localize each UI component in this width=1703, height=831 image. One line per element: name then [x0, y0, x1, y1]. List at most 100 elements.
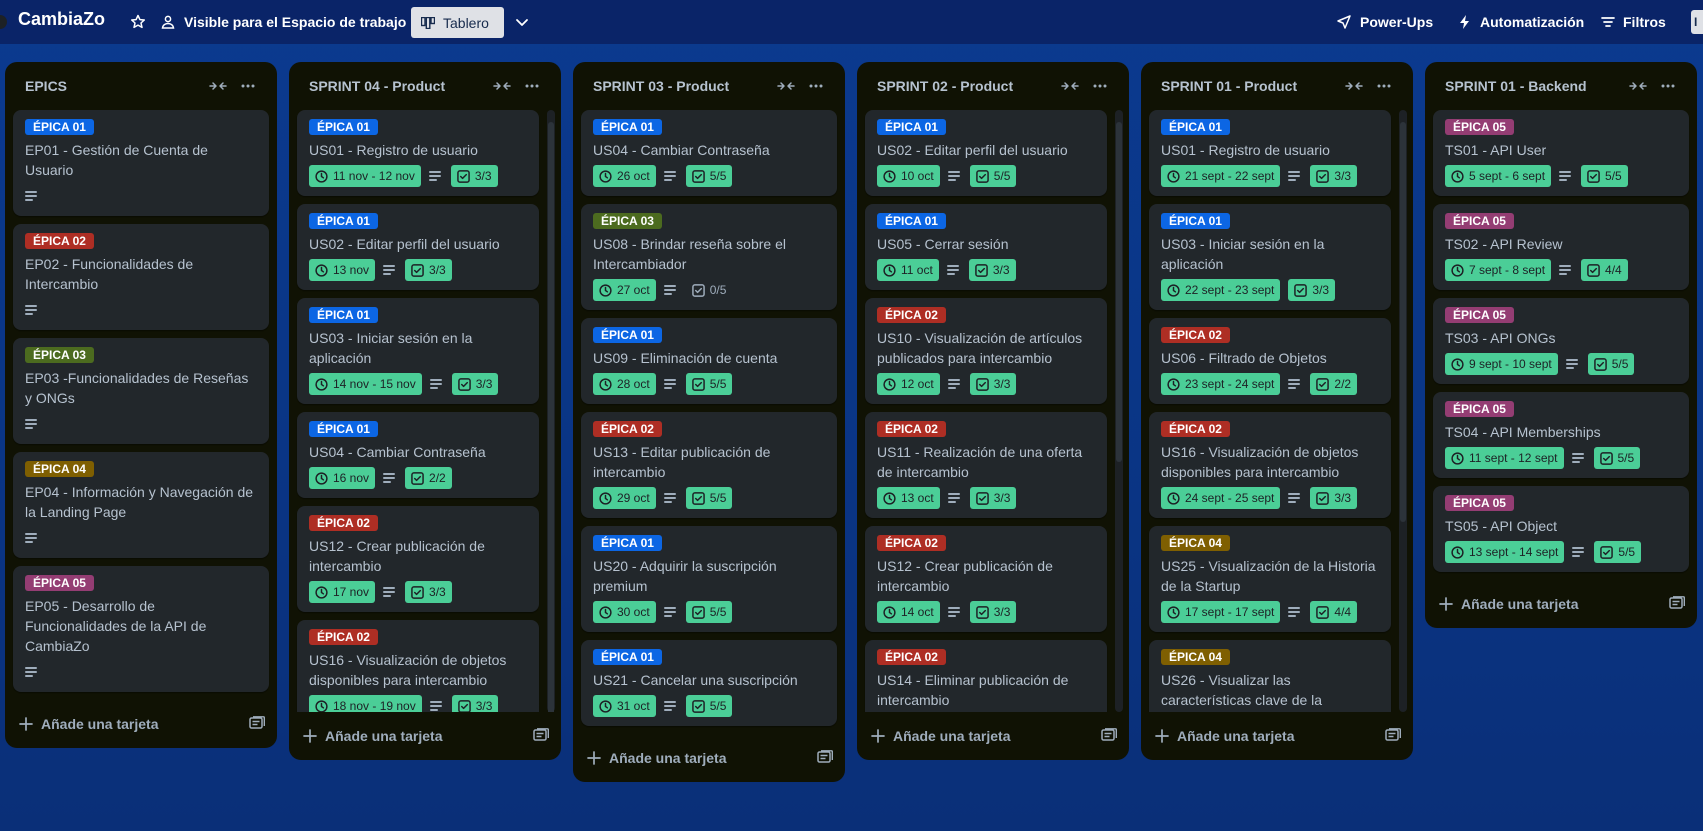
epic-label[interactable]: ÉPICA 05: [1445, 119, 1514, 135]
filters-button[interactable]: Filtros: [1595, 8, 1672, 36]
card[interactable]: ÉPICA 04 US25 - Visualización de la Histo…: [1149, 526, 1391, 632]
collapse-list-button[interactable]: [1055, 80, 1085, 92]
power-ups-button[interactable]: Power-Ups: [1330, 8, 1439, 36]
epic-label[interactable]: ÉPICA 05: [1445, 401, 1514, 417]
create-from-template-button[interactable]: [817, 749, 833, 767]
add-card-button[interactable]: Añade una tarjeta: [871, 728, 1093, 744]
card[interactable]: ÉPICA 03 US08 - Brindar reseña sobre el I…: [581, 204, 837, 310]
card[interactable]: ÉPICA 01 US03 - Iniciar sesión en la apli…: [297, 298, 539, 404]
epic-label[interactable]: ÉPICA 02: [309, 629, 378, 645]
list-title[interactable]: SPRINT 04 - Product: [309, 78, 487, 94]
epic-label[interactable]: ÉPICA 01: [877, 213, 946, 229]
card[interactable]: ÉPICA 02 US12 - Crear publicación de inte…: [297, 506, 539, 612]
epic-label[interactable]: ÉPICA 01: [309, 119, 378, 135]
card[interactable]: ÉPICA 01 US01 - Registro de usuario 21 sep…: [1149, 110, 1391, 196]
due-date-badge[interactable]: 13 oct: [877, 487, 940, 509]
epic-label[interactable]: ÉPICA 05: [1445, 213, 1514, 229]
epic-label[interactable]: ÉPICA 02: [25, 233, 94, 249]
card[interactable]: ÉPICA 05 TS01 - API User 5 sept - 6 sept 5/…: [1433, 110, 1689, 196]
add-card-button[interactable]: Añade una tarjeta: [19, 716, 241, 732]
card[interactable]: ÉPICA 01 US04 - Cambiar Contraseña 16 nov 2…: [297, 412, 539, 498]
due-date-badge[interactable]: 17 sept - 17 sept: [1161, 601, 1281, 623]
due-date-badge[interactable]: 17 nov: [309, 581, 376, 603]
due-date-badge[interactable]: 13 sept - 14 sept: [1445, 541, 1565, 563]
card[interactable]: ÉPICA 02 US13 - Editar publicación de int…: [581, 412, 837, 518]
list-title[interactable]: SPRINT 03 - Product: [593, 78, 771, 94]
epic-label[interactable]: ÉPICA 02: [1161, 327, 1230, 343]
card[interactable]: ÉPICA 05 TS03 - API ONGs 9 sept - 10 sept 5…: [1433, 298, 1689, 384]
card[interactable]: ÉPICA 03 EP03 -Funcionalidades de Reseñas…: [13, 338, 269, 444]
due-date-badge[interactable]: 16 nov: [309, 467, 376, 489]
epic-label[interactable]: ÉPICA 03: [25, 347, 94, 363]
list-scrollbar[interactable]: [1399, 110, 1407, 712]
workspace-avatar[interactable]: [0, 15, 7, 29]
due-date-badge[interactable]: 10 oct: [877, 165, 940, 187]
epic-label[interactable]: ÉPICA 01: [593, 535, 662, 551]
list-scrollbar[interactable]: [1115, 110, 1123, 712]
epic-label[interactable]: ÉPICA 01: [309, 307, 378, 323]
due-date-badge[interactable]: 27 oct: [593, 279, 656, 301]
epic-label[interactable]: ÉPICA 03: [593, 213, 662, 229]
epic-label[interactable]: ÉPICA 02: [877, 421, 946, 437]
epic-label[interactable]: ÉPICA 02: [1161, 421, 1230, 437]
add-card-button[interactable]: Añade una tarjeta: [1439, 596, 1661, 612]
list-title[interactable]: SPRINT 02 - Product: [877, 78, 1055, 94]
due-date-badge[interactable]: 18 nov - 19 nov: [309, 695, 422, 712]
list-scrollbar[interactable]: [547, 110, 555, 712]
list-actions-button[interactable]: [233, 84, 263, 88]
due-date-badge[interactable]: 12 oct: [877, 373, 940, 395]
epic-label[interactable]: ÉPICA 05: [25, 575, 94, 591]
due-date-badge[interactable]: 9 sept - 10 sept: [1445, 353, 1558, 375]
add-card-button[interactable]: Añade una tarjeta: [1155, 728, 1377, 744]
card[interactable]: ÉPICA 02 US11 - Realización de una oferta…: [865, 412, 1107, 518]
card[interactable]: ÉPICA 01 US09 - Eliminación de cuenta 28 o…: [581, 318, 837, 404]
list-title[interactable]: SPRINT 01 - Backend: [1445, 78, 1623, 94]
list-actions-button[interactable]: [1653, 84, 1683, 88]
due-date-badge[interactable]: 14 nov - 15 nov: [309, 373, 422, 395]
card[interactable]: ÉPICA 01 US01 - Registro de usuario 11 nov…: [297, 110, 539, 196]
due-date-badge[interactable]: 23 sept - 24 sept: [1161, 373, 1281, 395]
epic-label[interactable]: ÉPICA 01: [593, 649, 662, 665]
star-button[interactable]: [124, 8, 152, 36]
views-dropdown-button[interactable]: [514, 12, 530, 37]
card[interactable]: ÉPICA 05 TS05 - API Object 13 sept - 14 se…: [1433, 486, 1689, 572]
create-from-template-button[interactable]: [1101, 727, 1117, 745]
scrollbar-thumb[interactable]: [548, 122, 554, 712]
card[interactable]: ÉPICA 01 US20 - Adquirir la suscripción p…: [581, 526, 837, 632]
card[interactable]: ÉPICA 01 US05 - Cerrar sesión 11 oct 3/3: [865, 204, 1107, 290]
due-date-badge[interactable]: 21 sept - 22 sept: [1161, 165, 1281, 187]
card[interactable]: ÉPICA 05 EP05 - Desarrollo de Funcionalid…: [13, 566, 269, 692]
collapse-list-button[interactable]: [203, 80, 233, 92]
automation-button[interactable]: Automatización: [1452, 8, 1590, 36]
epic-label[interactable]: ÉPICA 01: [877, 119, 946, 135]
card[interactable]: ÉPICA 01 EP01 - Gestión de Cuenta de Usua…: [13, 110, 269, 216]
card[interactable]: ÉPICA 04 US26 - Visualizar las caracterís…: [1149, 640, 1391, 712]
list-actions-button[interactable]: [517, 84, 547, 88]
list-actions-button[interactable]: [801, 84, 831, 88]
epic-label[interactable]: ÉPICA 02: [593, 421, 662, 437]
due-date-badge[interactable]: 11 nov - 12 nov: [309, 165, 421, 187]
epic-label[interactable]: ÉPICA 01: [309, 213, 378, 229]
due-date-badge[interactable]: 28 oct: [593, 373, 656, 395]
create-from-template-button[interactable]: [1669, 595, 1685, 613]
member-avatar[interactable]: I: [1691, 10, 1703, 34]
epic-label[interactable]: ÉPICA 02: [309, 515, 378, 531]
list-actions-button[interactable]: [1369, 84, 1399, 88]
due-date-badge[interactable]: 24 sept - 25 sept: [1161, 487, 1281, 509]
list-title[interactable]: SPRINT 01 - Product: [1161, 78, 1339, 94]
due-date-badge[interactable]: 11 sept - 12 sept: [1445, 447, 1564, 469]
create-from-template-button[interactable]: [249, 715, 265, 733]
card[interactable]: ÉPICA 02 US16 - Visualización de objetos …: [297, 620, 539, 712]
collapse-list-button[interactable]: [487, 80, 517, 92]
card[interactable]: ÉPICA 02 EP02 - Funcionalidades de Interc…: [13, 224, 269, 330]
list-title[interactable]: EPICS: [25, 78, 203, 94]
epic-label[interactable]: ÉPICA 01: [593, 327, 662, 343]
due-date-badge[interactable]: 5 sept - 6 sept: [1445, 165, 1552, 187]
visibility-button[interactable]: Visible para el Espacio de trabajo: [154, 8, 412, 36]
card[interactable]: ÉPICA 02 US12 - Crear publicación de inte…: [865, 526, 1107, 632]
due-date-badge[interactable]: 11 oct: [877, 259, 939, 281]
card[interactable]: ÉPICA 04 EP04 - Información y Navegación …: [13, 452, 269, 558]
create-from-template-button[interactable]: [533, 727, 549, 745]
epic-label[interactable]: ÉPICA 02: [877, 649, 946, 665]
epic-label[interactable]: ÉPICA 05: [1445, 495, 1514, 511]
